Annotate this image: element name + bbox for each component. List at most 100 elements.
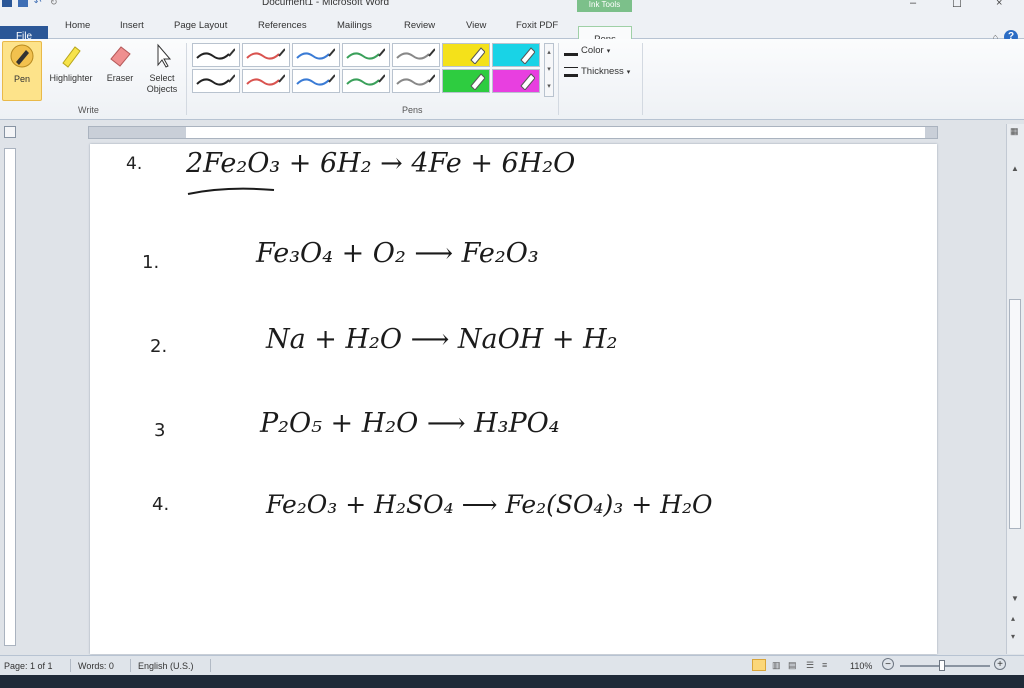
zoom-slider-thumb[interactable]	[939, 660, 945, 671]
line-number: 1.	[142, 252, 160, 273]
pen-swatch[interactable]	[242, 69, 290, 93]
color-dropdown[interactable]: Color ▾	[564, 45, 610, 56]
pen-stroke-icon	[296, 48, 335, 60]
next-page-icon[interactable]: ▾	[1011, 632, 1015, 641]
taskbar	[0, 675, 1024, 688]
pen-swatch[interactable]	[342, 69, 390, 93]
tab-home[interactable]: Home	[65, 20, 90, 31]
pen-stroke-icon	[346, 48, 385, 60]
pen-swatch[interactable]	[192, 43, 240, 67]
pen-swatch[interactable]	[492, 43, 540, 67]
zoom-in-icon[interactable]: +	[994, 658, 1006, 670]
pen-swatch[interactable]	[492, 69, 540, 93]
pen-swatch[interactable]	[292, 69, 340, 93]
scrollbar-thumb[interactable]	[1009, 299, 1021, 529]
page-count[interactable]: Page: 1 of 1	[4, 661, 53, 671]
tab-references[interactable]: References	[258, 20, 307, 31]
pen-swatch[interactable]	[392, 69, 440, 93]
line-number: 2.	[150, 336, 168, 357]
vertical-ruler[interactable]	[4, 148, 16, 646]
pen-swatch[interactable]	[392, 43, 440, 67]
contextual-tab-group-ink-tools: Ink Tools	[577, 0, 632, 12]
write-group-label: Write	[78, 105, 99, 115]
maximize-button[interactable]: ☐	[952, 0, 962, 10]
pen-stroke-icon	[346, 74, 385, 86]
minimize-button[interactable]: –	[910, 0, 916, 9]
language[interactable]: English (U.S.)	[138, 661, 194, 671]
tab-view[interactable]: View	[466, 20, 486, 31]
thickness-icon	[564, 66, 578, 77]
tab-review[interactable]: Review	[404, 20, 435, 31]
pen-icon	[10, 44, 34, 68]
group-separator	[642, 43, 643, 115]
ink-underline-stroke	[187, 187, 275, 195]
pen-swatch[interactable]	[442, 69, 490, 93]
tab-insert[interactable]: Insert	[120, 20, 144, 31]
draft-view-icon[interactable]: ≡	[822, 660, 827, 670]
pens-group-label: Pens	[402, 105, 423, 115]
highlighter-icon	[62, 46, 81, 68]
tab-mailings[interactable]: Mailings	[337, 20, 372, 31]
highlighter-pen-icon	[520, 47, 535, 64]
thickness-dropdown[interactable]: Thickness ▾	[564, 66, 630, 77]
quick-access-toolbar: ↶ ↻	[2, 0, 60, 7]
ink-equation[interactable]: P₂O₅ + H₂O ⟶ H₃PO₄	[260, 408, 560, 439]
tab-selector[interactable]	[4, 126, 16, 138]
pen-swatch[interactable]	[242, 43, 290, 67]
word-count[interactable]: Words: 0	[78, 661, 114, 671]
undo-icon[interactable]: ↶	[34, 0, 44, 7]
line-number: 4.	[126, 154, 143, 174]
pens-gallery-scroll[interactable]: ▴ ▾ ▾	[544, 43, 554, 97]
pen-color-icon	[564, 45, 578, 56]
redo-icon[interactable]: ↻	[50, 0, 60, 7]
pen-swatch[interactable]	[342, 43, 390, 67]
ruler-toggle-icon[interactable]: ▦	[1010, 126, 1019, 137]
pen-stroke-icon	[196, 74, 235, 86]
close-button[interactable]: ×	[996, 0, 1002, 9]
group-separator	[558, 43, 559, 115]
vertical-scrollbar[interactable]: ▦ ▲ ▼ ▴ ▾	[1006, 124, 1024, 654]
scroll-down-icon[interactable]: ▼	[1011, 594, 1019, 603]
previous-page-icon[interactable]: ▴	[1011, 614, 1015, 623]
web-layout-view-icon[interactable]: ▤	[788, 660, 797, 671]
tab-page-layout[interactable]: Page Layout	[174, 20, 227, 31]
ruler-left-margin	[89, 127, 186, 138]
document-page[interactable]: 4. 2Fe₂O₃ + 6H₂ → 4Fe + 6H₂O 1. Fe₃O₄ + …	[90, 144, 937, 654]
eraser-button[interactable]: Eraser	[100, 41, 140, 101]
ink-equation[interactable]: 2Fe₂O₃ + 6H₂ → 4Fe + 6H₂O	[186, 148, 575, 179]
ruler-area	[0, 120, 1024, 140]
select-objects-label-line1: Select	[149, 73, 175, 83]
zoom-level[interactable]: 110%	[850, 661, 872, 671]
select-objects-button[interactable]: Select Objects	[140, 41, 184, 101]
ink-equation[interactable]: Fe₃O₄ + O₂ ⟶ Fe₂O₃	[256, 238, 539, 269]
zoom-slider[interactable]	[900, 665, 990, 667]
horizontal-ruler[interactable]	[88, 126, 938, 139]
scroll-up-icon[interactable]: ▲	[1011, 164, 1019, 173]
pen-swatch[interactable]	[292, 43, 340, 67]
pen-swatch[interactable]	[442, 43, 490, 67]
highlighter-pen-icon	[470, 47, 485, 64]
pen-stroke-icon	[396, 48, 435, 60]
status-separator	[130, 659, 131, 672]
group-separator	[186, 43, 187, 115]
pen-button[interactable]: Pen	[2, 41, 42, 101]
select-objects-label-line2: Objects	[146, 84, 178, 94]
zoom-out-icon[interactable]: −	[882, 658, 894, 670]
full-screen-reading-view-icon[interactable]: ▥	[772, 660, 781, 671]
outline-view-icon[interactable]: ☰	[806, 660, 814, 671]
highlighter-pen-icon	[520, 73, 535, 90]
highlighter-button[interactable]: Highlighter	[44, 41, 98, 101]
pen-swatch[interactable]	[192, 69, 240, 93]
eraser-label: Eraser	[106, 73, 134, 83]
print-layout-view-icon[interactable]	[752, 659, 766, 671]
chevron-down-icon: ▾	[626, 68, 631, 76]
ink-equation[interactable]: Na + H₂O ⟶ NaOH + H₂	[266, 324, 617, 355]
ink-equation[interactable]: Fe₂O₃ + H₂SO₄ ⟶ Fe₂(SO₄)₃ + H₂O	[266, 490, 712, 519]
pens-gallery	[192, 43, 540, 93]
eraser-icon	[110, 46, 131, 67]
pen-stroke-icon	[246, 74, 285, 86]
pen-label: Pen	[13, 74, 30, 84]
save-icon[interactable]	[18, 0, 28, 7]
tab-foxit-pdf[interactable]: Foxit PDF	[516, 20, 558, 31]
window-title: Document1 - Microsoft Word	[262, 0, 390, 8]
